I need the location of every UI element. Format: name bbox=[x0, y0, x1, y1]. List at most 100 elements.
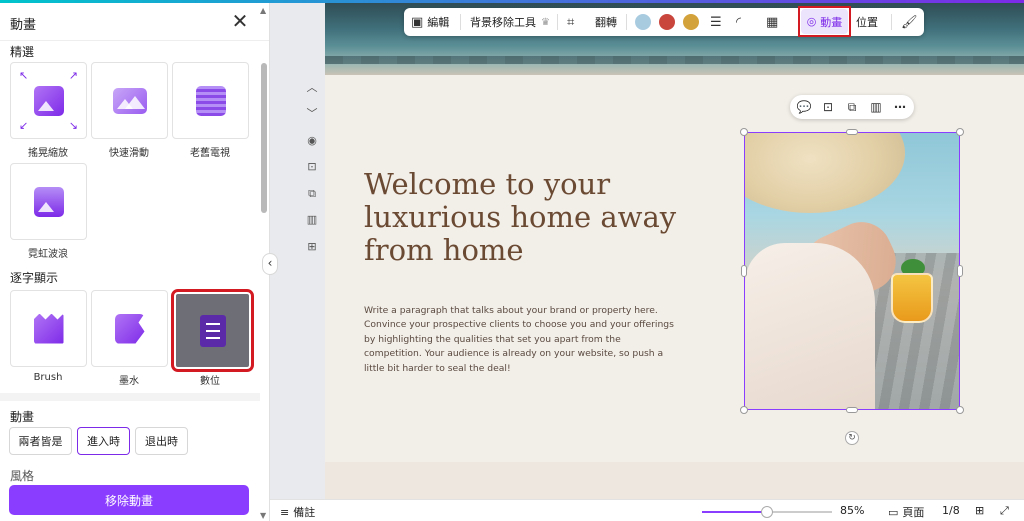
resize-handle[interactable] bbox=[846, 129, 858, 135]
zoom-wiggle-icon bbox=[33, 85, 64, 116]
border-style-button[interactable]: ☰ bbox=[710, 8, 726, 36]
effect-zoom-wiggle[interactable]: ↖ ↗ ↙ ↘ bbox=[10, 62, 87, 139]
resize-handle[interactable] bbox=[741, 265, 747, 277]
bg-remover-button[interactable]: 背景移除工具 ♛ bbox=[470, 8, 550, 36]
toolbar-divider bbox=[557, 14, 558, 30]
grid-view-icon: ⊞ bbox=[975, 504, 985, 517]
ink-icon bbox=[114, 313, 145, 344]
animate-label: 動畫 bbox=[820, 15, 843, 29]
lock-icon[interactable]: ⊡ bbox=[305, 160, 319, 174]
effect-fast-slide[interactable] bbox=[91, 62, 168, 139]
effect-label: 霓虹波浪 bbox=[28, 249, 68, 260]
page-counter: 1/8 bbox=[942, 504, 960, 517]
effect-label: 快速滑動 bbox=[109, 148, 149, 159]
animate-icon: ◎ bbox=[806, 15, 817, 28]
resize-handle[interactable] bbox=[956, 128, 964, 136]
crop-button[interactable]: ⌗ bbox=[567, 8, 578, 36]
notes-icon: ≡ bbox=[280, 505, 290, 519]
color-swatch[interactable] bbox=[659, 14, 675, 30]
transparency-icon: ▦ bbox=[766, 14, 779, 30]
more-options-icon[interactable]: ⋯ bbox=[892, 99, 908, 115]
animate-both-button[interactable]: 兩者皆是 bbox=[9, 427, 72, 455]
trash-icon[interactable]: ▥ bbox=[868, 99, 884, 115]
effect-neon-wave[interactable] bbox=[10, 163, 87, 240]
copy-style-button[interactable]: 🖌 bbox=[901, 8, 922, 36]
duplicate-icon[interactable]: ⧉ bbox=[844, 99, 860, 115]
section-animate: 動畫 bbox=[10, 410, 35, 424]
animate-enter-button[interactable]: 進入時 bbox=[77, 427, 130, 455]
pages-button[interactable]: ▭ 頁面 bbox=[888, 504, 924, 520]
resize-handle[interactable] bbox=[956, 406, 964, 414]
toolbar-divider bbox=[460, 14, 461, 30]
section-divider bbox=[0, 393, 260, 401]
effect-label: 搖晃縮放 bbox=[28, 148, 68, 159]
resize-handle[interactable] bbox=[957, 265, 963, 277]
toolbar-divider bbox=[891, 14, 892, 30]
paint-roller-icon: 🖌 bbox=[901, 14, 918, 30]
status-bar: ≡ 備註 85% ▭ 頁面 1/8 ⊞ ⤢ bbox=[270, 499, 1024, 521]
zoom-slider-knob[interactable] bbox=[761, 506, 773, 518]
eye-icon[interactable]: ◉ bbox=[305, 134, 319, 148]
fast-slide-icon bbox=[112, 87, 147, 114]
animate-exit-button[interactable]: 退出時 bbox=[135, 427, 188, 455]
trash-icon[interactable]: ▥ bbox=[305, 213, 319, 227]
headline-text[interactable]: Welcome to your luxurious home away from… bbox=[364, 168, 694, 267]
notes-label: 備註 bbox=[293, 506, 316, 519]
animate-button[interactable]: ◎ 動畫 bbox=[801, 9, 848, 34]
scroll-up-icon[interactable]: ▲ bbox=[260, 6, 266, 15]
edit-button[interactable]: ▣ 編輯 bbox=[411, 8, 449, 36]
flip-label: 翻轉 bbox=[595, 16, 617, 29]
resize-handle[interactable] bbox=[740, 128, 748, 136]
duplicate-icon[interactable]: ⧉ bbox=[305, 187, 319, 201]
edit-label: 編輯 bbox=[427, 16, 450, 29]
panel-header: 動畫 ✕ bbox=[0, 3, 269, 41]
zoom-value[interactable]: 85% bbox=[840, 504, 864, 517]
body-paragraph[interactable]: Write a paragraph that talks about your … bbox=[364, 304, 674, 376]
page-bottom-band bbox=[325, 462, 1024, 499]
effect-label: Brush bbox=[33, 372, 63, 383]
add-page-icon[interactable]: ⊞ bbox=[305, 240, 319, 254]
comment-add-icon[interactable]: 💬 bbox=[796, 99, 812, 115]
brush-icon bbox=[33, 313, 64, 344]
effect-label: 老舊電視 bbox=[190, 148, 230, 159]
neon-wave-icon bbox=[33, 186, 64, 217]
chevron-down-icon[interactable]: ﹀ bbox=[305, 107, 319, 121]
digital-icon bbox=[199, 314, 226, 347]
position-button[interactable]: 位置 bbox=[856, 8, 878, 36]
effect-brush[interactable] bbox=[10, 290, 87, 367]
element-mini-toolbar: 💬 ⊡ ⧉ ▥ ⋯ bbox=[790, 95, 914, 119]
scroll-down-icon[interactable]: ▼ bbox=[260, 511, 266, 520]
notes-button[interactable]: ≡ 備註 bbox=[280, 504, 315, 520]
rotate-icon[interactable]: ↻ bbox=[845, 431, 859, 445]
crop-icon: ⌗ bbox=[567, 14, 575, 30]
flip-button[interactable]: 翻轉 bbox=[595, 8, 617, 36]
corner-rounding-button[interactable]: ◜ bbox=[736, 8, 745, 36]
chevron-up-icon[interactable]: ︿ bbox=[305, 81, 319, 95]
resize-handle[interactable] bbox=[740, 406, 748, 414]
section-typing: 逐字顯示 bbox=[10, 271, 59, 285]
color-swatch[interactable] bbox=[635, 14, 651, 30]
close-icon[interactable]: ✕ bbox=[229, 11, 251, 33]
effect-digital[interactable] bbox=[171, 289, 254, 372]
effect-ink[interactable] bbox=[91, 290, 168, 367]
color-swatch[interactable] bbox=[683, 14, 699, 30]
resize-handle[interactable] bbox=[846, 407, 858, 413]
old-tv-icon bbox=[195, 85, 226, 116]
crown-icon: ♛ bbox=[541, 16, 550, 28]
effect-old-tv[interactable] bbox=[172, 62, 249, 139]
position-label: 位置 bbox=[856, 16, 878, 29]
corner-radius-icon: ◜ bbox=[736, 14, 742, 30]
pages-icon: ▭ bbox=[888, 505, 899, 519]
lock-icon[interactable]: ⊡ bbox=[820, 99, 836, 115]
zoom-fill bbox=[702, 511, 767, 513]
panel-scrollbar[interactable] bbox=[261, 63, 267, 213]
fullscreen-button[interactable]: ⤢ bbox=[1000, 504, 1009, 518]
selected-photo[interactable] bbox=[744, 132, 960, 410]
effect-label: 數位 bbox=[200, 376, 220, 387]
collapse-panel-handle[interactable]: ‹ bbox=[262, 253, 278, 275]
pool-edge bbox=[325, 56, 1024, 64]
grid-view-button[interactable]: ⊞ bbox=[975, 504, 984, 517]
pages-label: 頁面 bbox=[902, 506, 925, 519]
remove-animation-button[interactable]: 移除動畫 bbox=[9, 485, 249, 515]
transparency-button[interactable]: ▦ bbox=[766, 8, 782, 36]
